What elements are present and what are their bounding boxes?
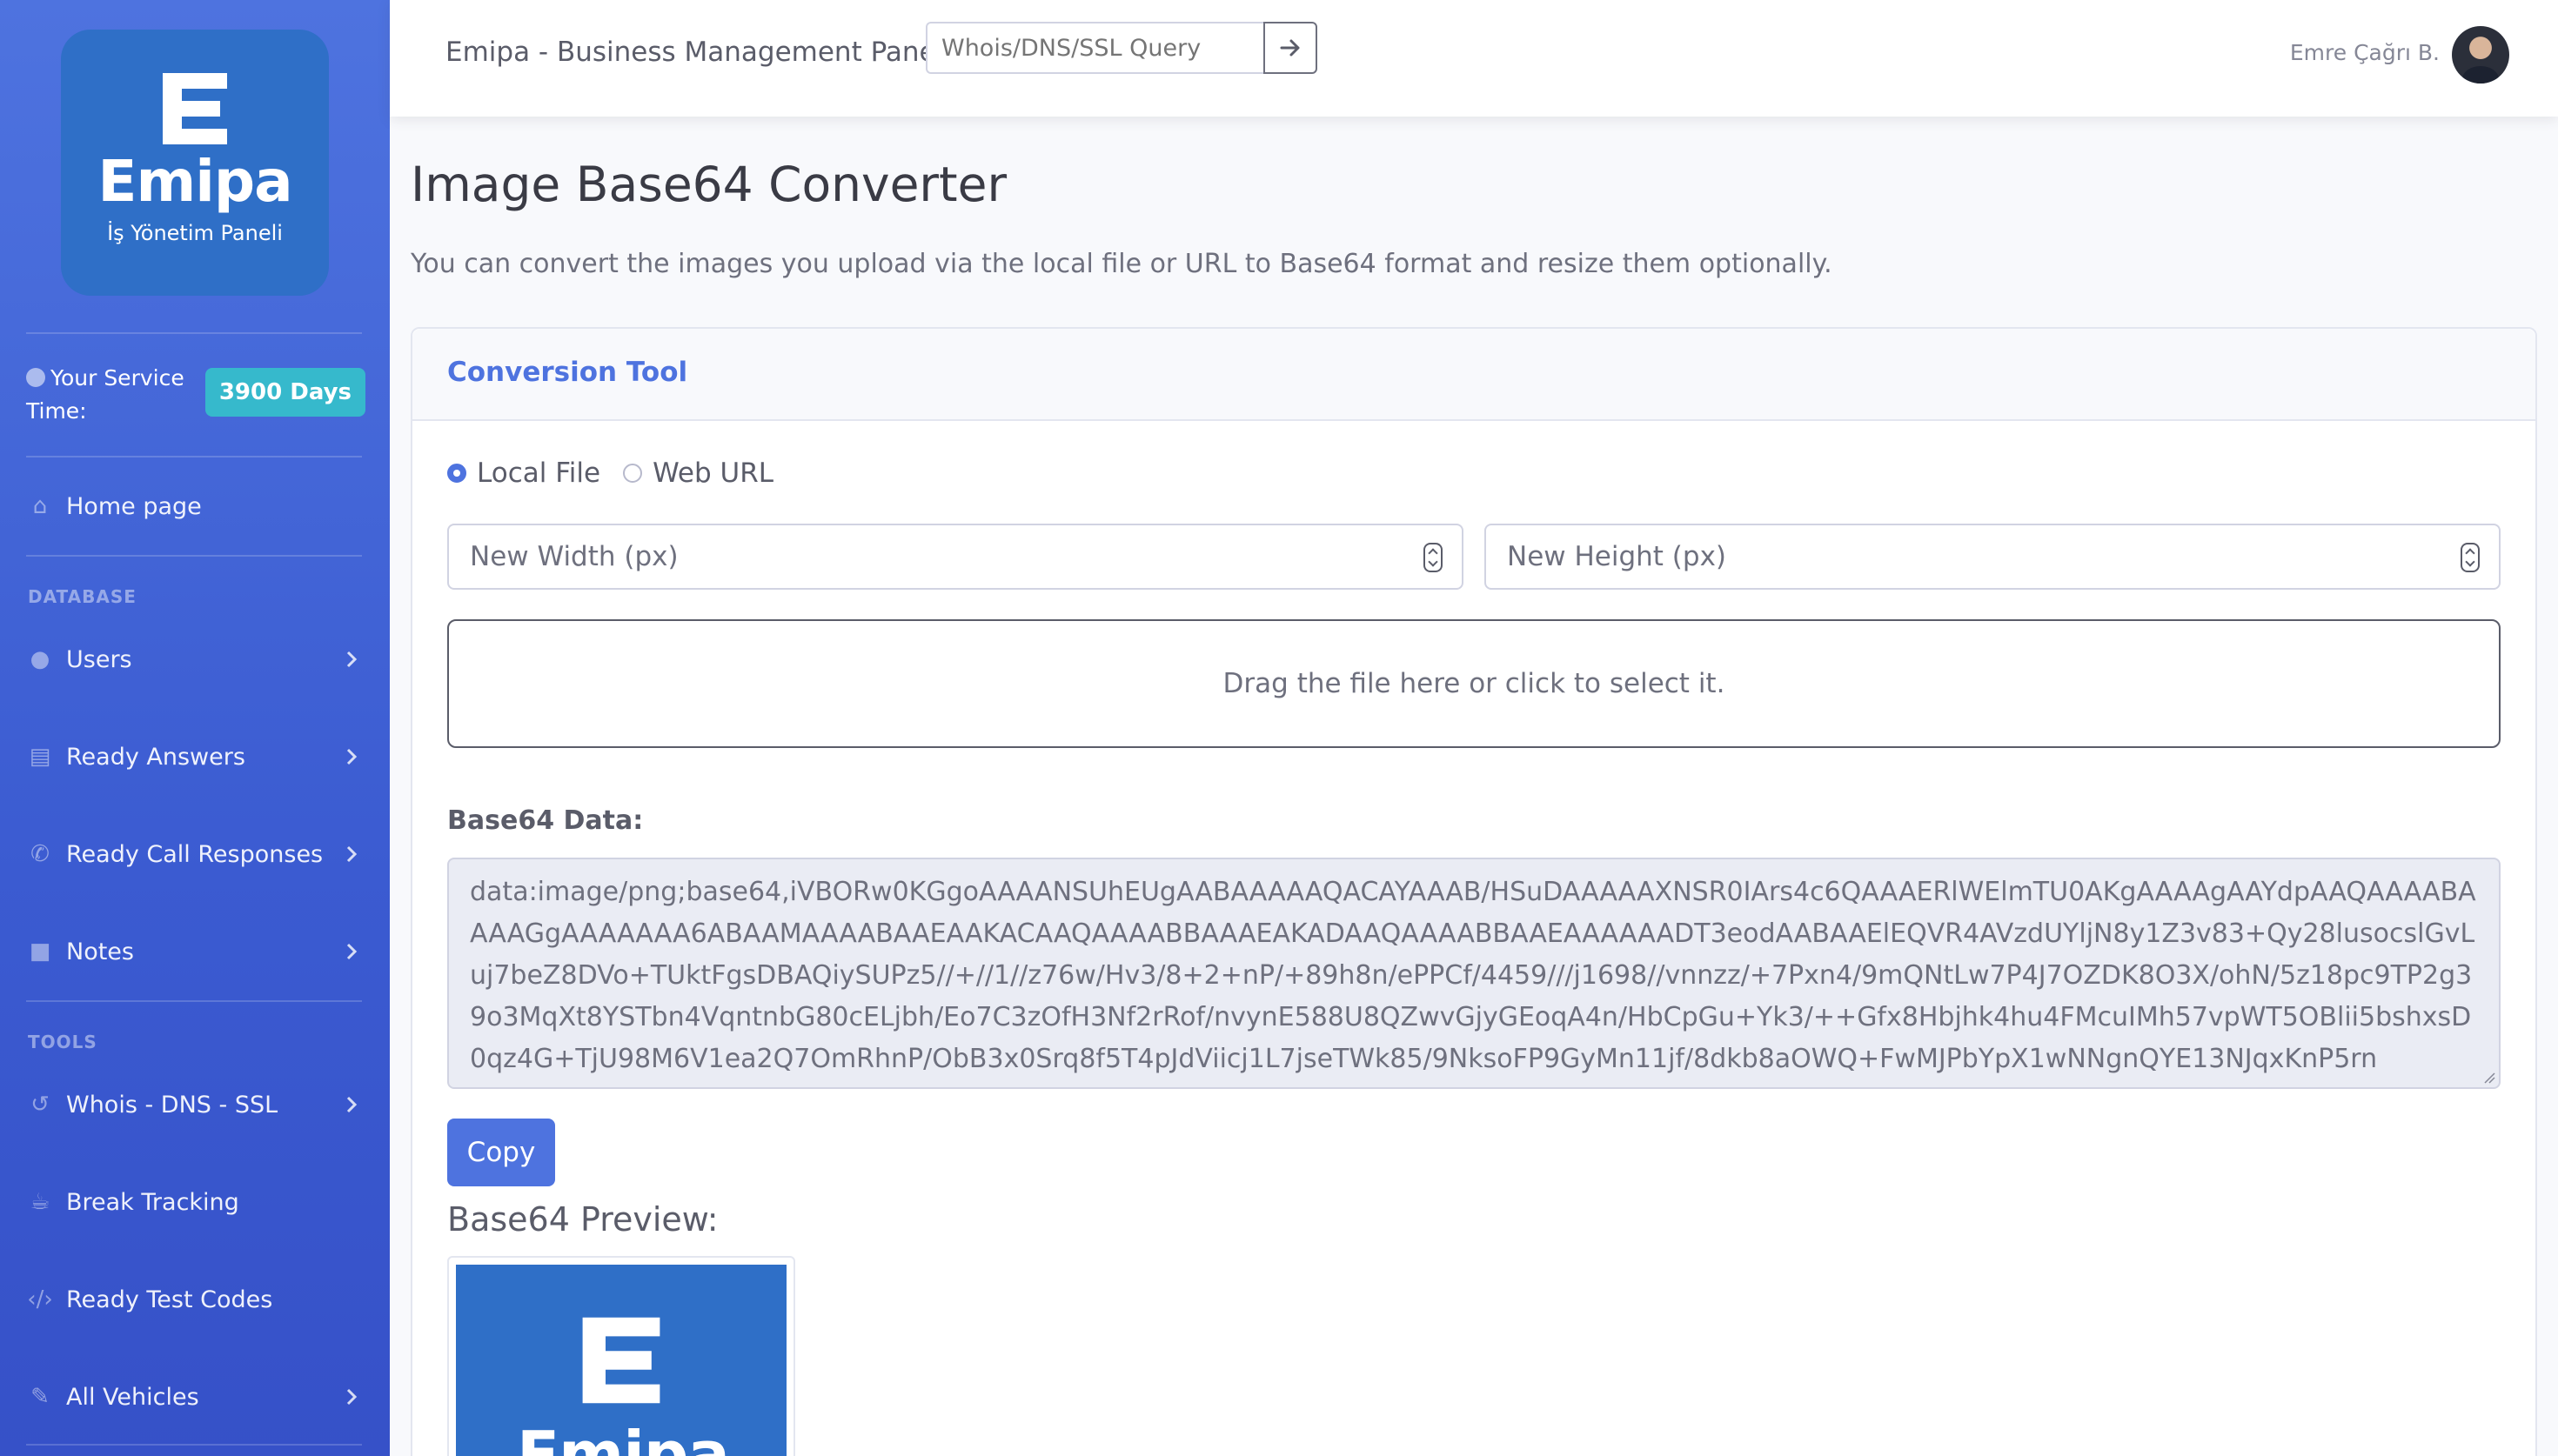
- clock-icon: [26, 368, 45, 387]
- service-time-badge: 3900 Days: [204, 368, 365, 417]
- sidebar-item-label: Users: [66, 645, 132, 673]
- sidebar-divider: [26, 555, 362, 557]
- base64-label: Base64 Data:: [447, 805, 644, 836]
- preview-label: Base64 Preview:: [447, 1200, 719, 1239]
- sidebar-item-ready-test-codes[interactable]: ‹/› Ready Test Codes: [26, 1273, 365, 1326]
- sidebar-item-label: Ready Test Codes: [66, 1286, 273, 1313]
- dropzone-text: Drag the file here or click to select it…: [1222, 668, 1725, 699]
- sidebar-heading-tools: TOOLS: [28, 1032, 97, 1052]
- clipboard-icon: ▤: [29, 744, 51, 770]
- sidebar-item-label: All Vehicles: [66, 1383, 199, 1411]
- sidebar-item-label: Notes: [66, 938, 134, 965]
- service-time: Your Service Time: 3900 Days: [26, 362, 365, 424]
- sidebar-item-label: Whois - DNS - SSL: [66, 1091, 278, 1119]
- page-description: You can convert the images you upload vi…: [411, 249, 1832, 279]
- sidebar-divider: [26, 1444, 362, 1446]
- sidebar-divider: [26, 456, 362, 458]
- base64-textarea[interactable]: data:image/png;base64,iVBORw0KGgoAAAANSU…: [447, 858, 2501, 1089]
- sidebar-divider: [26, 332, 362, 334]
- logo-wordmark: Emipa: [97, 148, 292, 215]
- preview-wordmark: Emipa: [517, 1418, 730, 1456]
- base64-value: data:image/png;base64,iVBORw0KGgoAAAANSU…: [470, 877, 2476, 1074]
- sidebar-item-break-tracking[interactable]: ☕ Break Tracking: [26, 1176, 365, 1228]
- conversion-tool-card: Conversion Tool Local File Web URL New W…: [411, 327, 2537, 1456]
- new-width-placeholder: New Width (px): [470, 541, 679, 572]
- new-height-input[interactable]: New Height (px): [1484, 524, 2501, 590]
- file-dropzone[interactable]: Drag the file here or click to select it…: [447, 619, 2501, 748]
- card-title: Conversion Tool: [447, 357, 688, 388]
- chevron-right-icon: [346, 1388, 358, 1406]
- width-spinner-icon[interactable]: [1423, 543, 1443, 572]
- chevron-right-icon: [346, 651, 358, 668]
- code-icon: ‹/›: [27, 1286, 53, 1312]
- web-url-label[interactable]: Web URL: [653, 458, 773, 489]
- logo-subtitle: İş Yönetim Paneli: [107, 221, 283, 245]
- sidebar-item-label: Ready Call Responses: [66, 840, 324, 868]
- wrench-icon: ✎: [30, 1384, 50, 1410]
- chevron-right-icon: [346, 845, 358, 863]
- note-icon: ■: [29, 938, 51, 965]
- base64-preview: Emipa: [447, 1256, 795, 1456]
- preview-image: Emipa: [456, 1265, 787, 1456]
- phone-icon: ✆: [30, 841, 50, 867]
- sidebar-item-whois-dns-ssl[interactable]: ↺ Whois - DNS - SSL: [26, 1079, 365, 1131]
- sidebar-item-all-vehicles[interactable]: ✎ All Vehicles: [26, 1371, 365, 1423]
- chevron-right-icon: [346, 748, 358, 765]
- local-file-radio[interactable]: [447, 464, 466, 483]
- arrow-right-icon: [1280, 39, 1300, 57]
- sidebar-item-label: Ready Answers: [66, 743, 245, 771]
- logo-e-icon: [582, 1317, 660, 1404]
- chevron-right-icon: [346, 1096, 358, 1113]
- copy-button[interactable]: Copy: [447, 1119, 555, 1186]
- sidebar-item-home[interactable]: ⌂ Home page: [26, 480, 365, 532]
- sidebar-item-label: Home page: [66, 492, 202, 520]
- sidebar-heading-database: DATABASE: [28, 586, 137, 607]
- avatar[interactable]: [2452, 26, 2509, 83]
- whois-query-input[interactable]: [926, 22, 1263, 74]
- new-height-placeholder: New Height (px): [1507, 541, 1727, 572]
- sidebar-item-ready-answers[interactable]: ▤ Ready Answers: [26, 731, 365, 783]
- sidebar-divider: [26, 1000, 362, 1002]
- sidebar-item-users[interactable]: ● Users: [26, 633, 365, 685]
- history-icon: ↺: [30, 1092, 50, 1118]
- coffee-icon: ☕: [30, 1189, 50, 1215]
- sidebar-item-notes[interactable]: ■ Notes: [26, 925, 365, 978]
- page-title: Image Base64 Converter: [411, 157, 1008, 212]
- user-name[interactable]: Emre Çağrı B.: [2290, 40, 2440, 65]
- sidebar-item-ready-call-responses[interactable]: ✆ Ready Call Responses: [26, 828, 365, 880]
- sidebar-item-label: Break Tracking: [66, 1188, 239, 1216]
- source-radio-group: Local File Web URL: [447, 458, 796, 489]
- height-spinner-icon[interactable]: [2461, 543, 2480, 572]
- home-icon: ⌂: [32, 493, 48, 519]
- card-header: Conversion Tool: [412, 329, 2535, 421]
- chevron-right-icon: [346, 943, 358, 960]
- brand-logo[interactable]: Emipa İş Yönetim Paneli: [61, 30, 329, 296]
- sidebar: Emipa İş Yönetim Paneli Your Service Tim…: [0, 0, 390, 1456]
- logo-e-icon: [156, 70, 234, 148]
- new-width-input[interactable]: New Width (px): [447, 524, 1463, 590]
- user-icon: ●: [30, 646, 50, 672]
- topbar: Emipa - Business Management Panel Emre Ç…: [390, 0, 2558, 117]
- service-time-label: Your Service Time:: [26, 365, 184, 424]
- app-title: Emipa - Business Management Panel: [445, 37, 944, 68]
- resize-handle-icon[interactable]: [2483, 1072, 2495, 1084]
- web-url-radio[interactable]: [623, 464, 643, 483]
- query-submit-button[interactable]: [1263, 22, 1317, 74]
- local-file-label[interactable]: Local File: [477, 458, 600, 489]
